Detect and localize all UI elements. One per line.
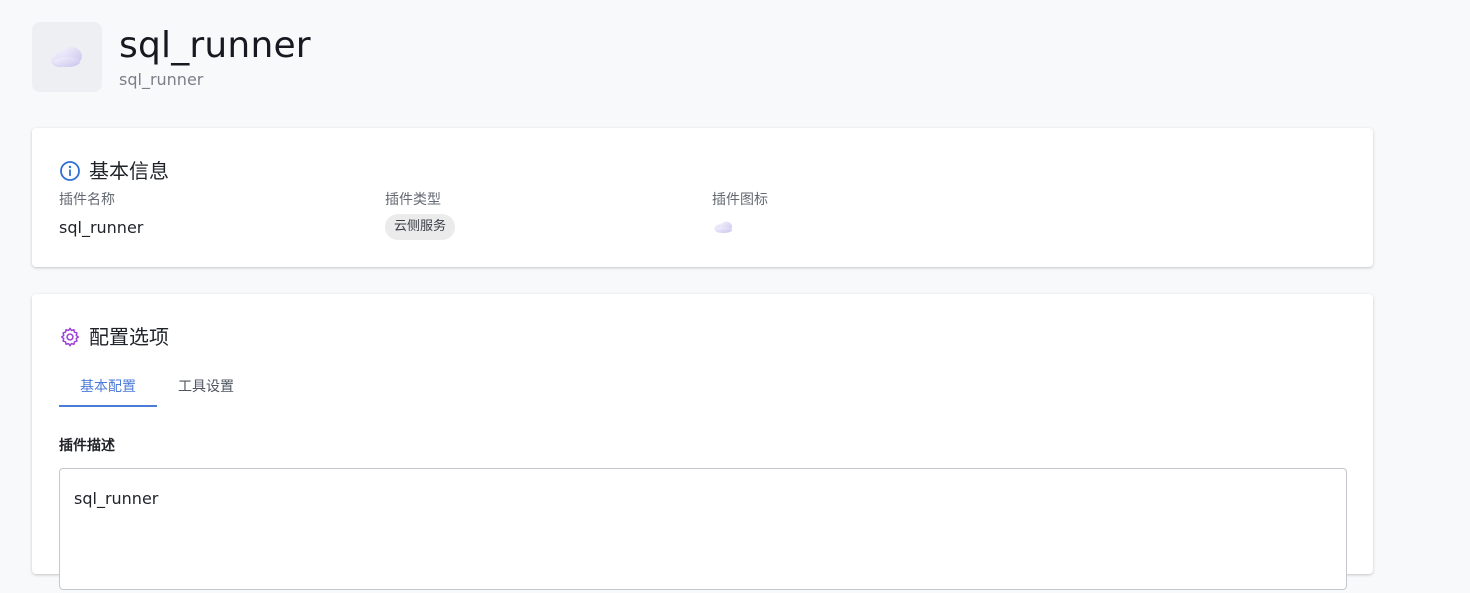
plugin-name-field: 插件名称 sql_runner — [59, 192, 143, 238]
cloud-icon — [51, 47, 82, 67]
description-field: sql_runner — [59, 468, 1347, 590]
plugin-name-label: 插件名称 — [59, 192, 115, 208]
config-title: 配置选项 — [89, 325, 169, 349]
plugin-type-label: 插件类型 — [385, 192, 441, 208]
config-heading: 配置选项 — [59, 325, 169, 349]
page-title: sql_runner — [119, 25, 311, 66]
info-icon — [59, 160, 81, 182]
plugin-type-chip: 云侧服务 — [385, 214, 456, 240]
plugin-type-field: 插件类型 云侧服务 — [385, 192, 456, 240]
tab-basic-config[interactable]: 基本配置 — [59, 366, 157, 407]
plugin-avatar — [32, 22, 102, 92]
tab-tool-settings[interactable]: 工具设置 — [157, 366, 255, 407]
gear-icon — [59, 326, 81, 348]
basic-info-heading: 基本信息 — [59, 159, 169, 183]
plugin-icon-field: 插件图标 — [712, 192, 768, 238]
plugin-name-value: sql_runner — [59, 218, 144, 237]
plugin-icon-label: 插件图标 — [712, 192, 768, 208]
page-header: sql_runner sql_runner — [32, 22, 311, 92]
page-subtitle: sql_runner — [119, 70, 204, 89]
basic-info-card: 基本信息 插件名称 sql_runner 插件类型 云侧服务 插件图标 — [32, 128, 1373, 267]
description-textarea[interactable]: sql_runner — [60, 469, 1346, 589]
basic-info-title: 基本信息 — [89, 159, 169, 183]
cloud-icon — [714, 221, 732, 233]
config-card: 配置选项 基本配置 工具设置 插件描述 sql_runner — [32, 294, 1373, 590]
description-label: 插件描述 — [59, 438, 115, 454]
config-tabs: 基本配置 工具设置 — [59, 366, 255, 407]
